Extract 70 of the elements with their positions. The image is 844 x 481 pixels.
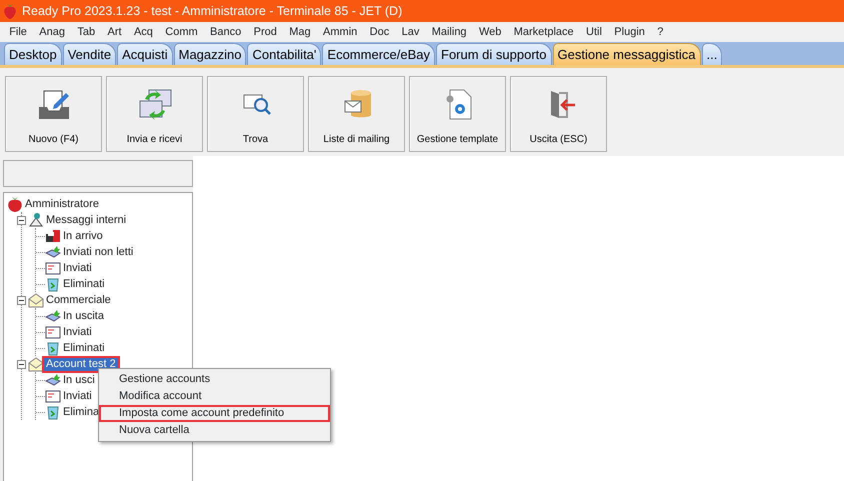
tree-item[interactable]: Account test 2 xyxy=(44,358,118,370)
tab[interactable]: Forum di supporto xyxy=(436,43,552,65)
search-field[interactable] xyxy=(3,160,193,187)
menu-item[interactable]: Web xyxy=(472,24,508,40)
tab[interactable]: Vendite xyxy=(62,43,116,65)
toolbar-button[interactable]: Nuovo (F4) xyxy=(5,76,102,152)
menu-item[interactable]: Comm xyxy=(159,24,204,40)
tree-item[interactable]: In uscita xyxy=(61,310,106,322)
recycle-bin-icon xyxy=(45,404,61,420)
tree-item[interactable]: Amministratore xyxy=(23,198,101,210)
menu-item[interactable]: Prod xyxy=(247,24,284,40)
menu-item[interactable]: Util xyxy=(580,24,608,40)
menu-item[interactable]: Art xyxy=(101,24,128,40)
menu-item[interactable]: File xyxy=(3,24,34,40)
toolbar-button[interactable]: Trova xyxy=(207,76,304,152)
toolbar-button[interactable]: Invia e ricevi xyxy=(106,76,203,152)
tree-item[interactable]: Elimina xyxy=(61,406,102,418)
menu-item[interactable]: Gestione accounts xyxy=(99,371,330,388)
tree-item[interactable]: Eliminati xyxy=(61,278,107,290)
menu-item[interactable]: Nuova cartella xyxy=(99,422,330,439)
letter-icon xyxy=(45,388,61,404)
tab[interactable]: Desktop xyxy=(4,43,62,65)
mailbox-icon xyxy=(45,228,61,244)
menu-item[interactable]: Mailing xyxy=(426,24,473,40)
letter-icon xyxy=(45,260,61,276)
menu-item[interactable]: Tab xyxy=(71,24,102,40)
expander-icon[interactable] xyxy=(17,360,26,368)
menu-item[interactable]: Imposta come account predefinito xyxy=(99,405,330,422)
tab[interactable]: Contabilita' xyxy=(247,43,322,65)
letter-icon xyxy=(45,324,61,340)
envelopes-icon xyxy=(45,244,61,260)
toolbar-button[interactable]: Gestione template xyxy=(409,76,506,152)
strawberry-icon xyxy=(7,196,23,212)
recycle-bin-icon xyxy=(45,276,61,292)
menu-item[interactable]: Modifica account xyxy=(99,388,330,405)
tree-item[interactable]: Messaggi interni xyxy=(44,214,128,226)
envelopes-icon xyxy=(45,372,61,388)
menu-item[interactable]: Doc xyxy=(363,24,396,40)
strawberry-icon xyxy=(3,3,17,19)
tab[interactable]: Gestione messaggistica xyxy=(552,43,701,65)
menu-item[interactable]: Plugin xyxy=(608,24,652,40)
toolbar-button[interactable]: Liste di mailing xyxy=(308,76,405,152)
tree-item[interactable]: Inviati xyxy=(61,326,94,338)
tree-item[interactable]: Inviati xyxy=(61,390,94,402)
tab[interactable]: Ecommerce/eBay xyxy=(322,43,435,65)
expander-icon[interactable] xyxy=(17,216,26,224)
tab[interactable]: ... xyxy=(702,43,722,65)
menu-item[interactable]: Lav xyxy=(395,24,426,40)
menu-item[interactable]: Ammin xyxy=(316,24,364,40)
tree-item[interactable]: Inviati xyxy=(61,262,94,274)
tab[interactable]: Acquisti xyxy=(117,43,173,65)
envelopes-arrows-icon xyxy=(136,87,172,121)
tree-item[interactable]: Inviati non letti xyxy=(61,246,136,258)
menu-item[interactable]: Banco xyxy=(204,24,248,40)
menu-item[interactable]: Anag xyxy=(33,24,72,40)
tab[interactable]: Magazzino xyxy=(174,43,246,65)
tree-item[interactable]: In arrivo xyxy=(61,230,105,242)
menu-item[interactable]: ? xyxy=(651,24,670,40)
expander-icon[interactable] xyxy=(17,296,26,304)
envelopes-icon xyxy=(45,308,61,324)
tree-item[interactable]: Eliminati xyxy=(61,342,107,354)
tree-item[interactable]: Commerciale xyxy=(44,294,113,306)
person-icon xyxy=(28,212,44,228)
toolbar-button[interactable]: Uscita (ESC) xyxy=(510,76,607,152)
tree-item[interactable]: In usci xyxy=(61,374,97,386)
recycle-bin-icon xyxy=(45,340,61,356)
menu-item[interactable]: Acq xyxy=(128,24,160,40)
menu-item[interactable]: Marketplace xyxy=(508,24,580,40)
window-title: Ready Pro 2023.1.23 - test - Amministratore - Terminale 85 - JET (D) xyxy=(22,2,402,20)
menu-item[interactable]: Mag xyxy=(283,24,317,40)
